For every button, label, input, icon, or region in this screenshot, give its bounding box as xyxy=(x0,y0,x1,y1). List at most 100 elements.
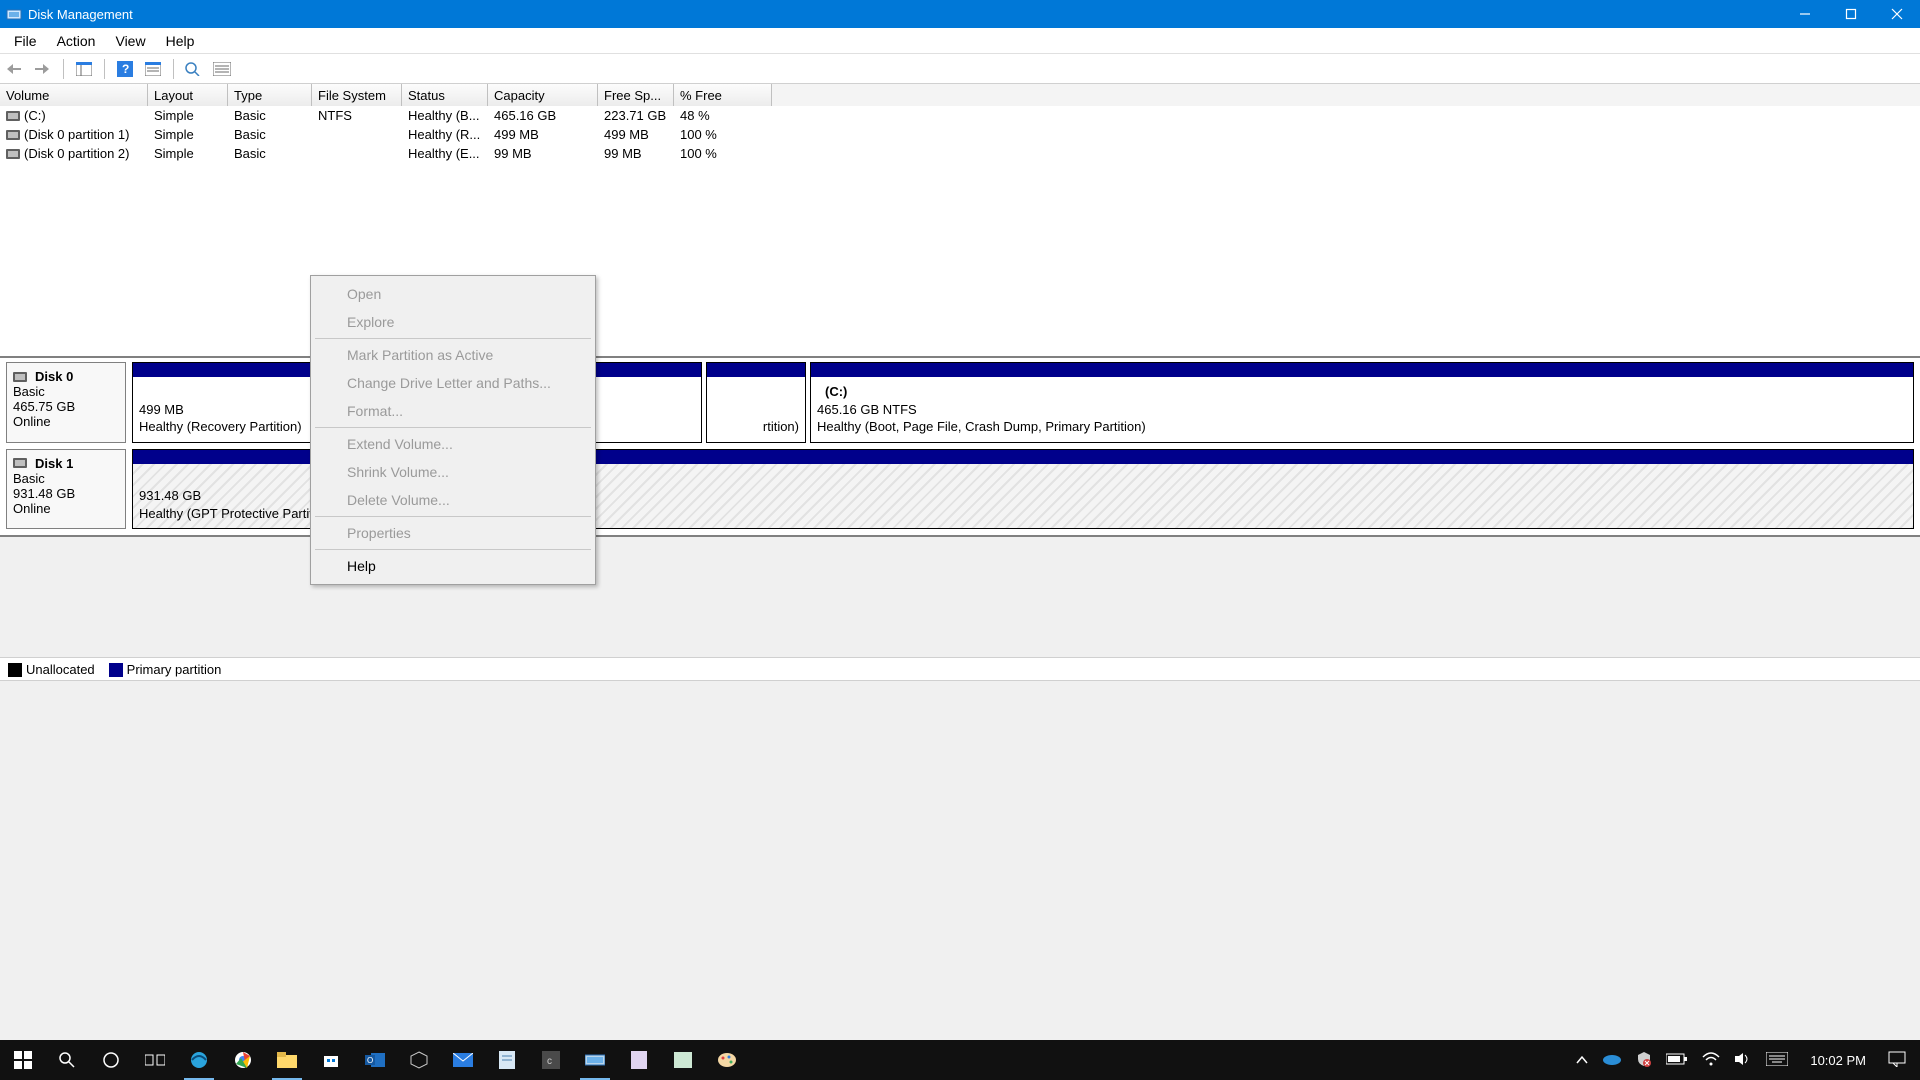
col-free[interactable]: Free Sp... xyxy=(598,84,674,106)
taskbar-app-generic-c-icon[interactable]: c xyxy=(532,1040,570,1080)
menu-file[interactable]: File xyxy=(6,31,45,51)
volume-fs: NTFS xyxy=(312,107,402,124)
ctx-mark-active[interactable]: Mark Partition as Active xyxy=(311,341,595,369)
volume-pctfree: 100 % xyxy=(674,126,772,143)
tray-wifi-icon[interactable] xyxy=(1702,1052,1720,1069)
volume-list-header: Volume Layout Type File System Status Ca… xyxy=(0,84,1920,106)
forward-button[interactable] xyxy=(32,58,54,80)
volume-layout: Simple xyxy=(148,126,228,143)
tray-notifications-icon[interactable] xyxy=(1888,1051,1906,1070)
context-menu: Open Explore Mark Partition as Active Ch… xyxy=(310,275,596,585)
ctx-help[interactable]: Help xyxy=(311,552,595,580)
col-layout[interactable]: Layout xyxy=(148,84,228,106)
disk-icon xyxy=(13,458,27,468)
show-hide-tree-button[interactable] xyxy=(73,58,95,80)
legend: Unallocated Primary partition xyxy=(0,657,1920,681)
volume-free: 499 MB xyxy=(598,126,674,143)
window-title: Disk Management xyxy=(28,7,1782,22)
volume-row[interactable]: (C:) Simple Basic NTFS Healthy (B... 465… xyxy=(0,106,1920,125)
partition-size: 465.16 GB NTFS xyxy=(817,401,1907,419)
taskbar-app-cube-icon[interactable] xyxy=(400,1040,438,1080)
taskbar-app-generic-icon[interactable] xyxy=(620,1040,658,1080)
taskbar-app-generic2-icon[interactable] xyxy=(664,1040,702,1080)
help-button[interactable]: ? xyxy=(114,58,136,80)
list-button[interactable] xyxy=(211,58,233,80)
disk-icon xyxy=(13,372,27,382)
statusbar xyxy=(0,681,1920,705)
tray-onedrive-icon[interactable] xyxy=(1602,1053,1622,1068)
legend-primary: Primary partition xyxy=(127,662,222,677)
partition-status: Healthy (Boot, Page File, Crash Dump, Pr… xyxy=(817,418,1907,436)
volume-list-body: (C:) Simple Basic NTFS Healthy (B... 465… xyxy=(0,106,1920,356)
col-type[interactable]: Type xyxy=(228,84,312,106)
volume-pctfree: 48 % xyxy=(674,107,772,124)
ctx-explore[interactable]: Explore xyxy=(311,308,595,336)
app-icon xyxy=(6,6,22,22)
ctx-open[interactable]: Open xyxy=(311,280,595,308)
close-button[interactable] xyxy=(1874,0,1920,28)
taskbar-clock[interactable]: 10:02 PM xyxy=(1802,1053,1874,1068)
col-capacity[interactable]: Capacity xyxy=(488,84,598,106)
ctx-change-drive-letter[interactable]: Change Drive Letter and Paths... xyxy=(311,369,595,397)
menu-action[interactable]: Action xyxy=(49,31,104,51)
volume-fs xyxy=(312,145,402,162)
disk-size: 465.75 GB xyxy=(13,399,119,414)
col-pctfree[interactable]: % Free xyxy=(674,84,772,106)
svg-text:O: O xyxy=(367,1056,373,1065)
rescan-button[interactable] xyxy=(183,58,205,80)
search-icon[interactable] xyxy=(48,1040,86,1080)
swatch-unallocated-icon xyxy=(8,663,22,677)
toolbar: ? xyxy=(0,54,1920,84)
tray-security-icon[interactable] xyxy=(1636,1051,1652,1070)
volume-type: Basic xyxy=(228,107,312,124)
ctx-shrink-volume[interactable]: Shrink Volume... xyxy=(311,458,595,486)
partition-efi[interactable]: rtition) xyxy=(706,362,806,443)
ctx-properties[interactable]: Properties xyxy=(311,519,595,547)
taskbar-app-store-icon[interactable] xyxy=(312,1040,350,1080)
taskbar-app-chrome-icon[interactable] xyxy=(224,1040,262,1080)
ctx-format[interactable]: Format... xyxy=(311,397,595,425)
tray-keyboard-icon[interactable] xyxy=(1766,1052,1788,1069)
start-button[interactable] xyxy=(4,1040,42,1080)
task-view-icon[interactable] xyxy=(136,1040,174,1080)
taskbar-app-notepad-icon[interactable] xyxy=(488,1040,526,1080)
swatch-primary-icon xyxy=(109,663,123,677)
menu-view[interactable]: View xyxy=(107,31,153,51)
disk-name: Disk 1 xyxy=(35,456,73,471)
volume-row[interactable]: (Disk 0 partition 1) Simple Basic Health… xyxy=(0,125,1920,144)
partition-label: (C:) xyxy=(817,383,1907,401)
disk-row-1: Disk 1 Basic 931.48 GB Online 931.48 GB … xyxy=(6,449,1914,530)
disk-type: Basic xyxy=(13,471,119,486)
disk-info[interactable]: Disk 0 Basic 465.75 GB Online xyxy=(6,362,126,443)
cortana-icon[interactable] xyxy=(92,1040,130,1080)
ctx-delete-volume[interactable]: Delete Volume... xyxy=(311,486,595,514)
menu-help[interactable]: Help xyxy=(158,31,203,51)
taskbar-app-explorer-icon[interactable] xyxy=(268,1040,306,1080)
taskbar-app-diskmgmt-icon[interactable] xyxy=(576,1040,614,1080)
disk-info[interactable]: Disk 1 Basic 931.48 GB Online xyxy=(6,449,126,530)
taskbar-app-paint-icon[interactable] xyxy=(708,1040,746,1080)
tray-chevron-up-icon[interactable] xyxy=(1576,1053,1588,1068)
taskbar-app-outlook-icon[interactable]: O xyxy=(356,1040,394,1080)
taskbar-app-edge-icon[interactable] xyxy=(180,1040,218,1080)
volume-row[interactable]: (Disk 0 partition 2) Simple Basic Health… xyxy=(0,144,1920,163)
blank-area xyxy=(0,537,1920,657)
volume-pctfree: 100 % xyxy=(674,145,772,162)
col-volume[interactable]: Volume xyxy=(0,84,148,106)
tray-volume-icon[interactable] xyxy=(1734,1052,1752,1069)
volume-free: 223.71 GB xyxy=(598,107,674,124)
col-fs[interactable]: File System xyxy=(312,84,402,106)
tray-battery-icon[interactable] xyxy=(1666,1053,1688,1068)
col-status[interactable]: Status xyxy=(402,84,488,106)
maximize-button[interactable] xyxy=(1828,0,1874,28)
volume-name: (Disk 0 partition 1) xyxy=(24,127,129,142)
minimize-button[interactable] xyxy=(1782,0,1828,28)
taskbar-app-mail-icon[interactable] xyxy=(444,1040,482,1080)
volume-capacity: 465.16 GB xyxy=(488,107,598,124)
ctx-extend-volume[interactable]: Extend Volume... xyxy=(311,430,595,458)
volume-status: Healthy (B... xyxy=(402,107,488,124)
back-button[interactable] xyxy=(4,58,26,80)
partition-c[interactable]: (C:) 465.16 GB NTFS Healthy (Boot, Page … xyxy=(810,362,1914,443)
settings-button[interactable] xyxy=(142,58,164,80)
volume-fs xyxy=(312,126,402,143)
